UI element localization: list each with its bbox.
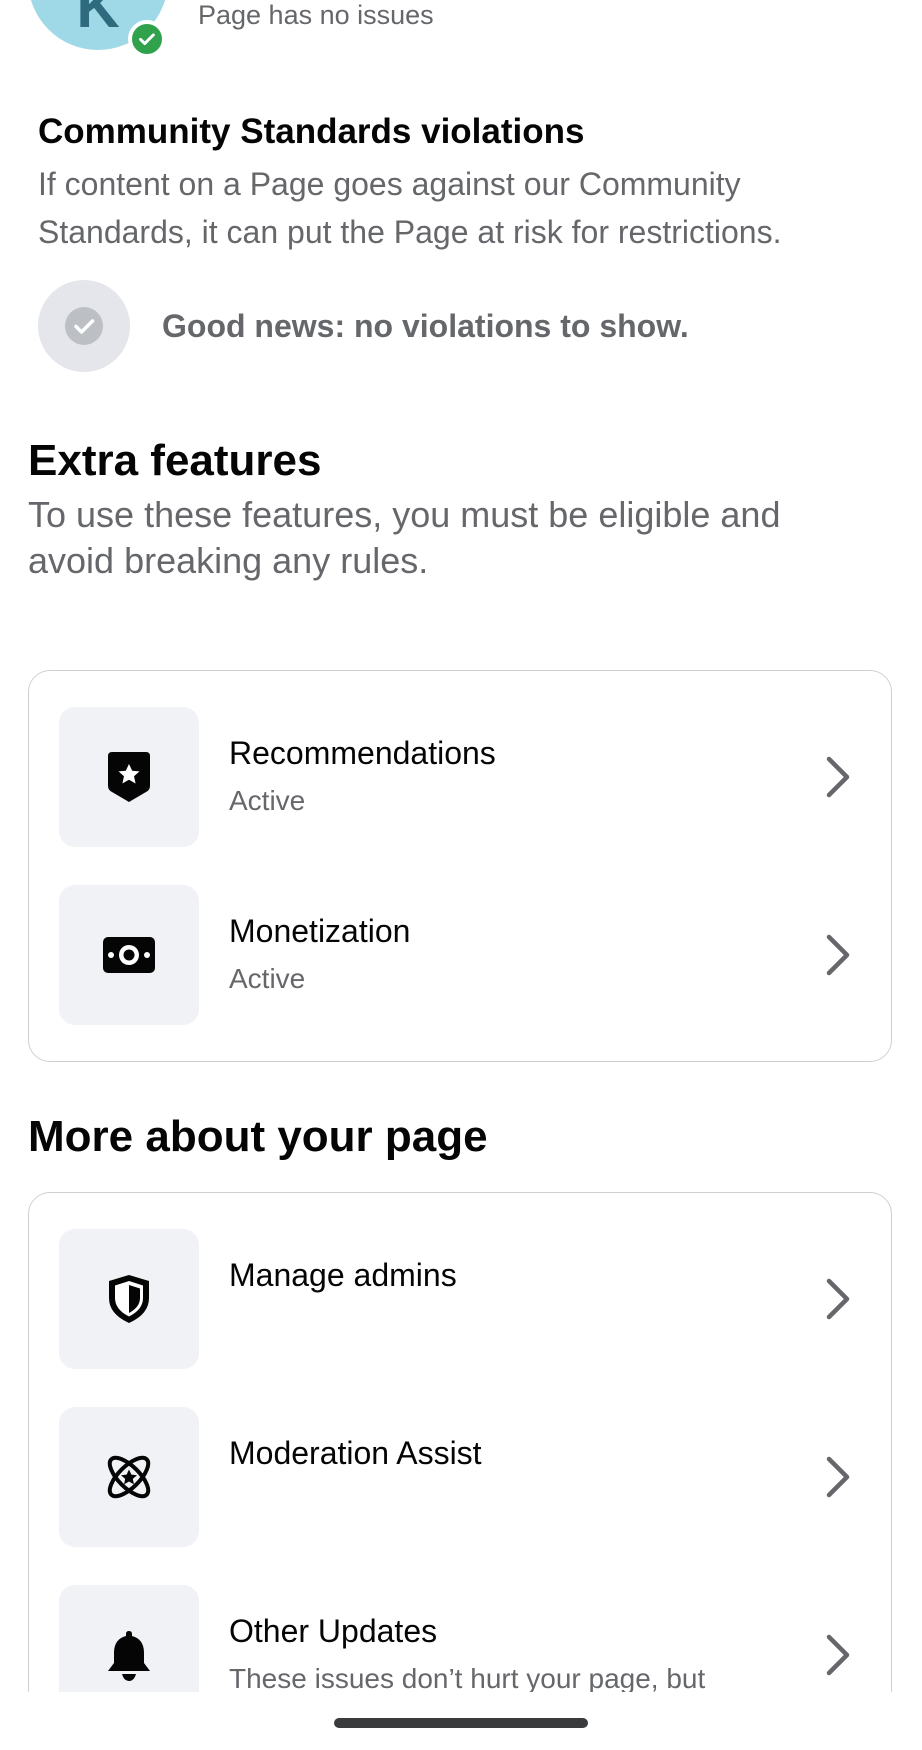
moderation-assist-label: Moderation Assist: [229, 1435, 482, 1471]
chevron-right-icon: [826, 1456, 850, 1498]
other-updates-label: Other Updates: [229, 1613, 438, 1649]
page-status-text: Page has no issues: [198, 0, 434, 30]
more-about-title: More about your page: [28, 1112, 488, 1161]
violations-status-text: Good news: no violations to show.: [162, 308, 689, 344]
check-badge-icon: [128, 20, 166, 58]
recommendations-label: Recommendations: [229, 735, 496, 771]
community-standards-title: Community Standards violations: [38, 112, 585, 151]
violations-status-row: Good news: no violations to show.: [38, 280, 878, 372]
chevron-right-icon: [826, 934, 850, 976]
more-about-card: Manage admins Moderation Assist Other Up…: [28, 1192, 892, 1712]
bottom-nav-area: [0, 1692, 922, 1750]
chevron-right-icon: [826, 1278, 850, 1320]
moderation-assist-row[interactable]: Moderation Assist: [29, 1407, 891, 1547]
recommendations-row[interactable]: Recommendations Active: [29, 707, 891, 847]
money-icon: [59, 885, 199, 1025]
extra-features-title: Extra features: [28, 436, 322, 485]
monetization-status: Active: [229, 963, 306, 994]
monetization-label: Monetization: [229, 913, 411, 949]
extra-features-card: Recommendations Active Monetization Acti…: [28, 670, 892, 1062]
recommendations-status: Active: [229, 785, 306, 816]
manage-admins-label: Manage admins: [229, 1257, 457, 1293]
page-summary-row: K Page has no issues: [0, 0, 922, 70]
chevron-right-icon: [826, 756, 850, 798]
other-updates-description: These issues don’t hurt your page, but: [229, 1663, 706, 1694]
chevron-right-icon: [826, 1634, 850, 1676]
monetization-row[interactable]: Monetization Active: [29, 885, 891, 1025]
shield-icon: [59, 1229, 199, 1369]
community-standards-description: If content on a Page goes against our Co…: [38, 166, 782, 250]
atom-star-icon: [59, 1407, 199, 1547]
extra-features-description: To use these features, you must be eligi…: [28, 494, 781, 581]
home-gesture-bar[interactable]: [334, 1718, 588, 1728]
manage-admins-row[interactable]: Manage admins: [29, 1229, 891, 1369]
check-circle-icon: [38, 280, 130, 372]
badge-star-icon: [59, 707, 199, 847]
